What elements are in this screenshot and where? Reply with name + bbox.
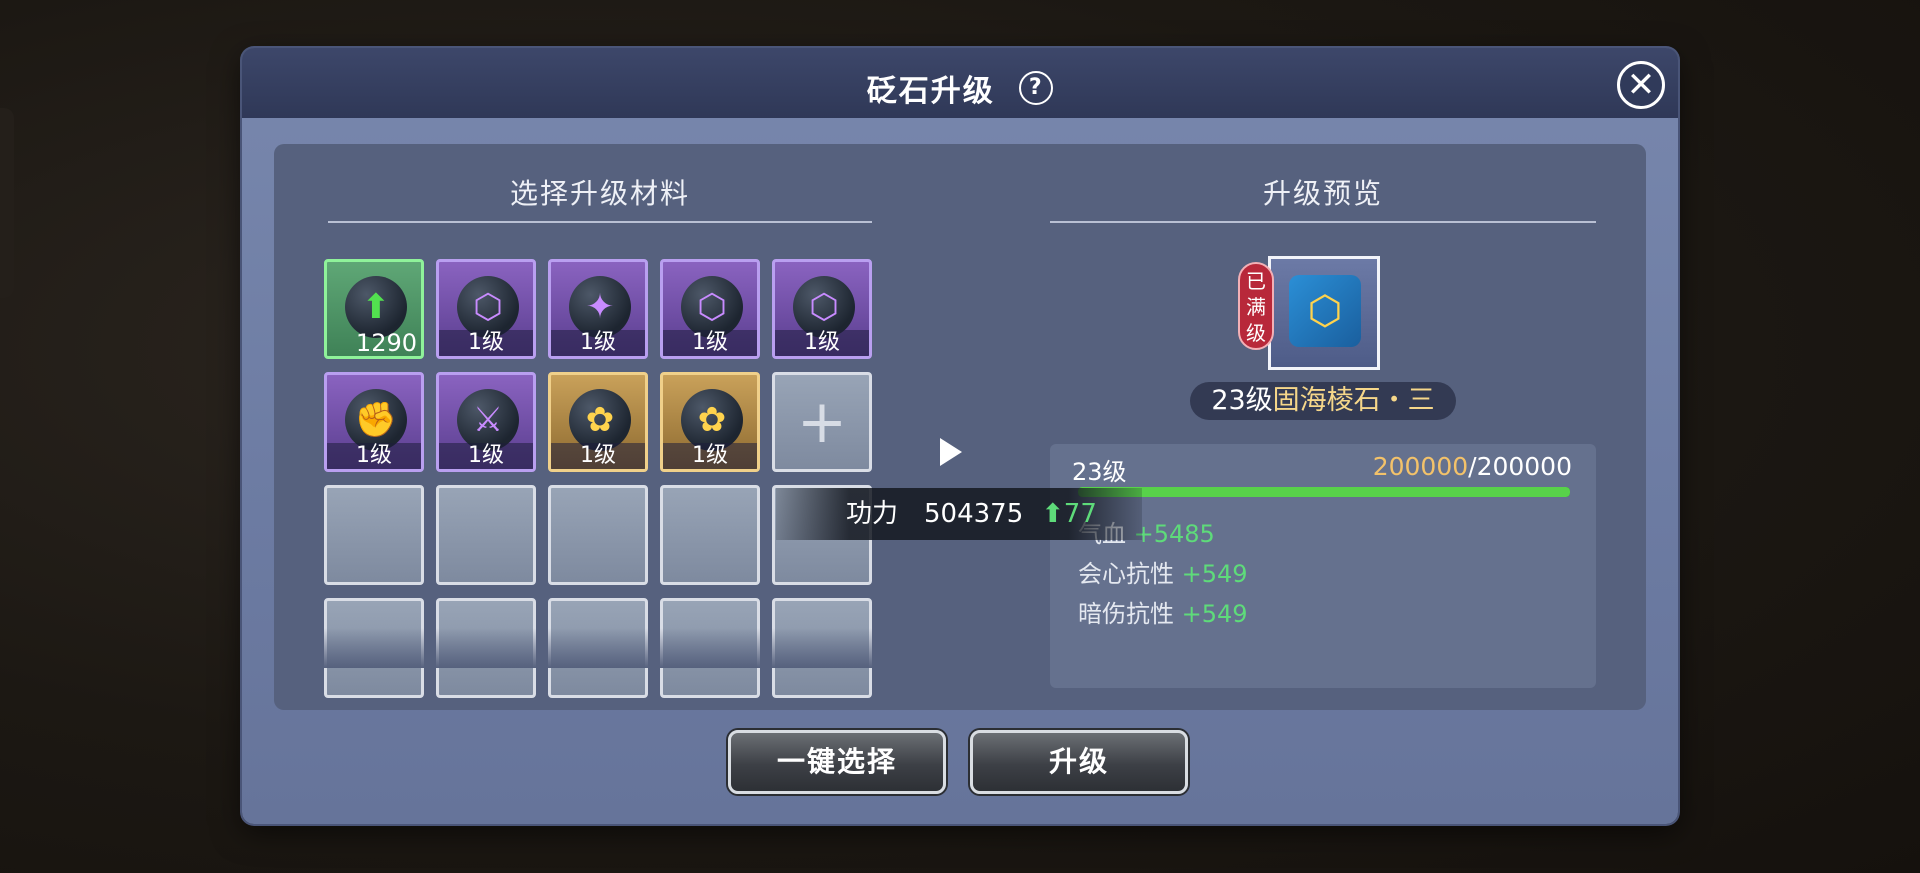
material-slot-label: 1级 — [439, 330, 533, 356]
power-label: 功力 — [846, 499, 899, 529]
empty-material-slot[interactable] — [436, 485, 536, 585]
gold-lotus-icon: ✿ — [569, 389, 631, 451]
auto-select-button[interactable]: 一键选择 — [728, 730, 946, 794]
power-change-tooltip: 功力 504375 ⬆77 — [776, 488, 1142, 540]
material-slot[interactable]: ⚔ 1级 — [436, 372, 536, 472]
power-delta: ⬆77 — [1042, 488, 1097, 540]
stone-level: 23级 — [1211, 385, 1273, 416]
exp-current: 200000 — [1372, 452, 1469, 481]
material-slot-label: 1级 — [439, 443, 533, 469]
plus-icon: + — [796, 387, 848, 457]
upgrade-info-box: 23级 200000/200000 气血 +5485 会心抗性 +549 暗伤抗… — [1050, 444, 1596, 688]
preview-section-divider — [1050, 221, 1596, 223]
material-slot[interactable]: ⬆ 1290 — [324, 259, 424, 359]
stone-preview-slot[interactable]: ⬡ — [1268, 256, 1380, 370]
exp-progress-fill — [1078, 487, 1570, 497]
purple-blade-icon: ⚔ — [457, 389, 519, 451]
close-button[interactable]: ✕ — [1617, 61, 1665, 109]
material-slot[interactable]: ⬡ 1级 — [660, 259, 760, 359]
purple-fist-icon: ✊ — [345, 389, 407, 451]
current-level: 23级 — [1072, 458, 1127, 486]
stat-name: 会心抗性 — [1078, 560, 1174, 588]
stone-name-pill: 23级固海棱石・三 — [1190, 382, 1456, 420]
maxed-level-tag: 已满级 — [1238, 262, 1274, 350]
stat-row-crit-resist: 会心抗性 +549 — [1078, 554, 1248, 589]
material-slot-label: 1级 — [663, 330, 757, 356]
purple-shield-drop-icon: ⬡ — [457, 276, 519, 338]
material-slot-label: 1290 — [355, 329, 417, 357]
purple-shield-drop-icon: ⬡ — [793, 276, 855, 338]
power-value: 504375 — [924, 499, 1024, 529]
material-slot[interactable]: ✿ 1级 — [660, 372, 760, 472]
stat-value: +5485 — [1133, 520, 1215, 548]
purple-sword-shield-icon: ✦ — [569, 276, 631, 338]
material-slot[interactable]: ✊ 1级 — [324, 372, 424, 472]
power-delta-value: 77 — [1063, 499, 1097, 529]
material-slot-label: 1级 — [775, 330, 869, 356]
empty-material-slot[interactable] — [324, 485, 424, 585]
dialog-title-text: 砭石升级 — [866, 74, 995, 109]
material-slot[interactable]: ✦ 1级 — [548, 259, 648, 359]
gold-lotus-icon: ✿ — [681, 389, 743, 451]
close-icon: ✕ — [1626, 65, 1656, 105]
dialog-title: 砭石升级 ? — [242, 66, 1678, 110]
stone-name: 固海棱石・三 — [1272, 385, 1435, 416]
empty-material-slot[interactable] — [548, 485, 648, 585]
material-slot-label: 1级 — [551, 330, 645, 356]
grid-fade — [320, 628, 880, 668]
up-arrow-icon: ⬆ — [1042, 499, 1064, 529]
exp-readout: 200000/200000 — [1373, 452, 1572, 481]
preview-section-title: 升级预览 — [1262, 177, 1383, 210]
stat-value: +549 — [1181, 560, 1248, 588]
material-slot-label: 1级 — [551, 443, 645, 469]
side-tab[interactable] — [0, 108, 14, 298]
stat-row-dark-resist: 暗伤抗性 +549 — [1078, 594, 1248, 629]
material-slot[interactable]: ⬡ 1级 — [436, 259, 536, 359]
arrow-right-icon — [940, 438, 962, 466]
material-slot[interactable]: ⬡ 1级 — [772, 259, 872, 359]
gold-shield-drop-icon: ⬡ — [1289, 275, 1361, 347]
purple-shield-drop-icon: ⬡ — [681, 276, 743, 338]
material-slot-label: 1级 — [327, 443, 421, 469]
material-slot-label: 1级 — [663, 443, 757, 469]
material-section-divider — [328, 221, 872, 223]
add-material-slot[interactable]: + — [772, 372, 872, 472]
upgrade-button[interactable]: 升级 — [970, 730, 1188, 794]
material-slot[interactable]: ✿ 1级 — [548, 372, 648, 472]
material-section-title: 选择升级材料 — [509, 177, 690, 210]
exp-max: /200000 — [1468, 452, 1572, 481]
stat-value: +549 — [1181, 600, 1248, 628]
stat-name: 暗伤抗性 — [1078, 600, 1174, 628]
title-bar: 砭石升级 ? ✕ — [242, 48, 1678, 118]
empty-material-slot[interactable] — [660, 485, 760, 585]
exp-progress-bar — [1078, 487, 1570, 497]
help-icon[interactable]: ? — [1019, 71, 1054, 105]
